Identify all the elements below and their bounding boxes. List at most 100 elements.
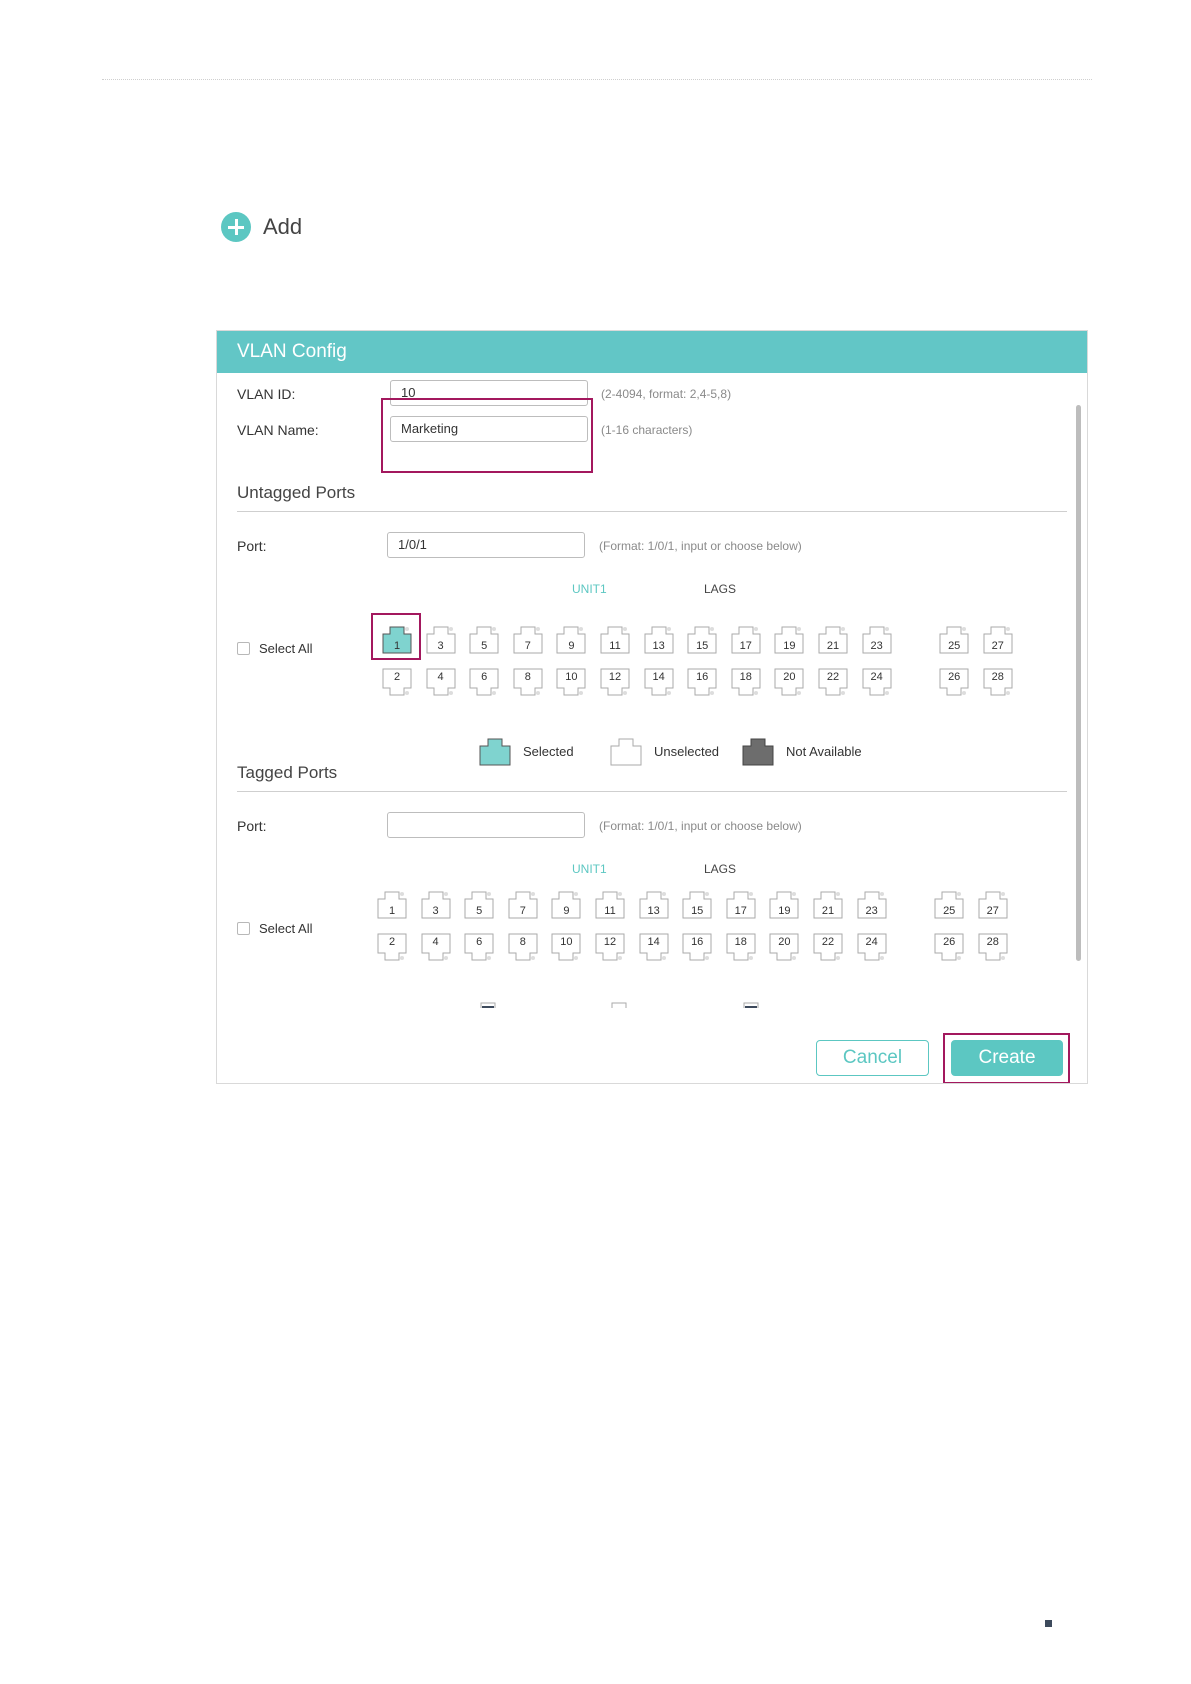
- untagged-port-8[interactable]: 8: [513, 668, 543, 698]
- port-number: 23: [870, 640, 883, 652]
- port-number: 4: [432, 936, 439, 948]
- untagged-port-10[interactable]: 10: [556, 668, 586, 698]
- untagged-lags-label: LAGS: [704, 582, 737, 596]
- untagged-port-11[interactable]: 11: [600, 624, 630, 654]
- untagged-port-20[interactable]: 20: [774, 668, 804, 698]
- tagged-port-28[interactable]: 28: [978, 933, 1008, 963]
- tagged-port-20[interactable]: 20: [769, 933, 799, 963]
- tagged-port-hint: (Format: 1/0/1, input or choose below): [599, 819, 802, 833]
- tagged-port-7[interactable]: 7: [508, 889, 538, 919]
- tagged-port-10[interactable]: 10: [551, 933, 581, 963]
- tagged-legend-na-partial: [735, 1000, 765, 1008]
- untagged-port-23[interactable]: 23: [862, 624, 892, 654]
- port-number: 15: [691, 905, 704, 917]
- port-number: 21: [826, 640, 840, 652]
- tagged-port-22[interactable]: 22: [813, 933, 843, 963]
- tagged-port-17[interactable]: 17: [726, 889, 756, 919]
- dialog-scrollbar[interactable]: [1076, 405, 1081, 961]
- tagged-port-23[interactable]: 23: [857, 889, 887, 919]
- untagged-port-input[interactable]: 1/0/1: [387, 532, 585, 558]
- untagged-port-2[interactable]: 2: [382, 668, 412, 698]
- add-button[interactable]: Add: [221, 212, 302, 242]
- tagged-port-2[interactable]: 2: [377, 933, 407, 963]
- untagged-select-all-checkbox[interactable]: [237, 642, 250, 655]
- tagged-port-11[interactable]: 11: [595, 889, 625, 919]
- tagged-port-input[interactable]: [387, 812, 585, 838]
- port-number: 7: [519, 905, 526, 917]
- tagged-port-6[interactable]: 6: [464, 933, 494, 963]
- port-number: 27: [991, 640, 1004, 652]
- port-number: 12: [608, 671, 622, 683]
- port-number: 19: [778, 905, 791, 917]
- untagged-port-12[interactable]: 12: [600, 668, 630, 698]
- untagged-port-21[interactable]: 21: [818, 624, 848, 654]
- untagged-port-13[interactable]: 13: [644, 624, 674, 654]
- port-number: 11: [609, 640, 621, 652]
- port-number: 18: [739, 671, 752, 683]
- untagged-port-28[interactable]: 28: [983, 668, 1013, 698]
- cancel-button[interactable]: Cancel: [816, 1040, 929, 1076]
- tagged-unit1-label: UNIT1: [572, 862, 607, 876]
- tagged-port-4[interactable]: 4: [421, 933, 451, 963]
- port-number: 7: [524, 640, 531, 652]
- untagged-port-6[interactable]: 6: [469, 668, 499, 698]
- port-number: 25: [948, 640, 961, 652]
- tagged-port-24[interactable]: 24: [857, 933, 887, 963]
- untagged-port-27[interactable]: 27: [983, 624, 1013, 654]
- port-number: 1: [388, 905, 396, 917]
- tagged-port-12[interactable]: 12: [595, 933, 625, 963]
- untagged-port-15[interactable]: 15: [687, 624, 717, 654]
- tagged-port-19[interactable]: 19: [769, 889, 799, 919]
- tagged-port-21[interactable]: 21: [813, 889, 843, 919]
- tagged-port-25[interactable]: 25: [934, 889, 964, 919]
- tagged-port-16[interactable]: 16: [682, 933, 712, 963]
- port-number: 8: [524, 671, 531, 683]
- tagged-port-3[interactable]: 3: [421, 889, 451, 919]
- top-divider: [102, 79, 1092, 80]
- untagged-port-19[interactable]: 19: [774, 624, 804, 654]
- legend-selected: Selected: [479, 736, 574, 766]
- tagged-port-5[interactable]: 5: [464, 889, 494, 919]
- untagged-port-16[interactable]: 16: [687, 668, 717, 698]
- untagged-select-all-label: Select All: [259, 641, 313, 656]
- port-number: 6: [476, 936, 483, 948]
- port-selected-icon: [479, 738, 511, 766]
- untagged-port-25[interactable]: 25: [939, 624, 969, 654]
- tagged-port-26[interactable]: 26: [934, 933, 964, 963]
- port-number: 18: [734, 936, 747, 948]
- untagged-port-14[interactable]: 14: [644, 668, 674, 698]
- port-number: 8: [519, 936, 526, 948]
- legend-unselected: Unselected: [610, 736, 719, 766]
- tagged-port-1[interactable]: 1: [377, 889, 407, 919]
- tagged-port-13[interactable]: 13: [639, 889, 669, 919]
- untagged-port-4[interactable]: 4: [426, 668, 456, 698]
- tagged-select-all-checkbox[interactable]: [237, 922, 250, 935]
- port-number: 13: [647, 905, 660, 917]
- untagged-port-9[interactable]: 9: [556, 624, 586, 654]
- tagged-port-27[interactable]: 27: [978, 889, 1008, 919]
- untagged-port-24[interactable]: 24: [862, 668, 892, 698]
- untagged-port-17[interactable]: 17: [731, 624, 761, 654]
- untagged-port-label: Port:: [237, 538, 267, 554]
- untagged-divider: [237, 511, 1067, 512]
- port-number: 5: [476, 905, 483, 917]
- port-number: 15: [696, 640, 709, 652]
- untagged-port-22[interactable]: 22: [818, 668, 848, 698]
- tagged-port-15[interactable]: 15: [682, 889, 712, 919]
- vlan-config-dialog: VLAN Config VLAN ID: 10 (2-4094, format:…: [216, 330, 1088, 1084]
- tagged-port-8[interactable]: 8: [508, 933, 538, 963]
- untagged-port-7[interactable]: 7: [513, 624, 543, 654]
- port-number: 20: [778, 936, 791, 948]
- untagged-port-26[interactable]: 26: [939, 668, 969, 698]
- tagged-select-all-label: Select All: [259, 921, 313, 936]
- untagged-port-18[interactable]: 18: [731, 668, 761, 698]
- tagged-port-14[interactable]: 14: [639, 933, 669, 963]
- untagged-ports-title: Untagged Ports: [237, 483, 356, 502]
- tagged-port-18[interactable]: 18: [726, 933, 756, 963]
- tagged-port-9[interactable]: 9: [551, 889, 581, 919]
- port-not-available-icon: [742, 738, 774, 766]
- port-number: 5: [481, 640, 488, 652]
- untagged-port-5[interactable]: 5: [469, 624, 499, 654]
- port-number: 23: [865, 905, 878, 917]
- untagged-port-3[interactable]: 3: [426, 624, 456, 654]
